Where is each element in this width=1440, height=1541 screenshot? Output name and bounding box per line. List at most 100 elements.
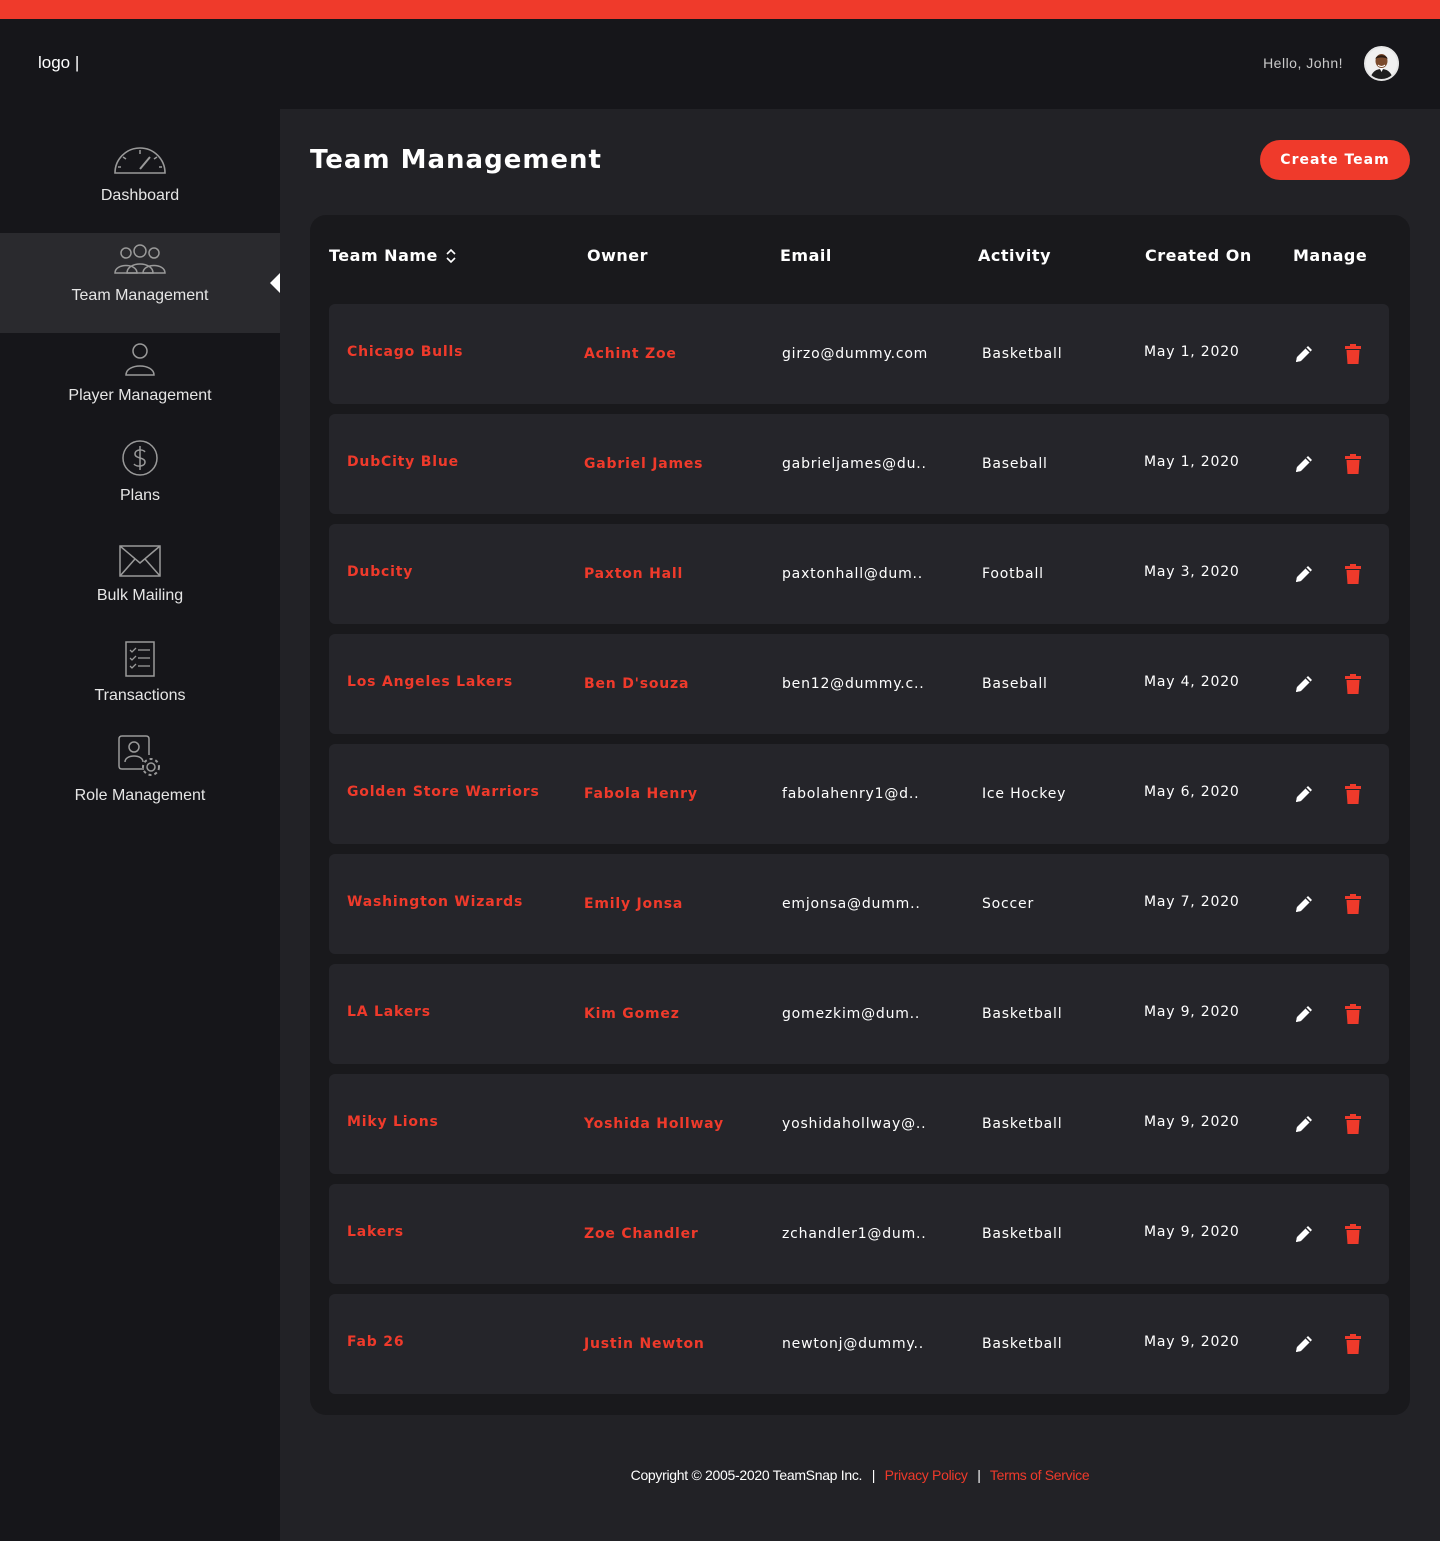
page-title: Team Management [310,145,602,175]
sidebar-item-label: Dashboard [100,187,180,204]
sidebar-item-bulk-mailing[interactable]: Bulk Mailing [0,533,280,633]
owner-cell[interactable]: Ben D'souza [584,676,689,692]
activity-cell: Basketball [982,1006,1063,1022]
edit-pencil-icon[interactable] [1293,453,1315,475]
team-name-cell[interactable]: Miky Lions [347,1114,439,1130]
table-row: Miky Lions Yoshida Hollway yoshidahollway@… [329,1074,1389,1174]
column-header-owner: Owner [587,246,649,265]
envelope-icon [119,533,161,577]
sidebar-item-transactions[interactable]: Transactions [0,633,280,733]
delete-trash-icon[interactable] [1344,453,1362,475]
column-header-manage: Manage [1293,246,1368,265]
owner-cell[interactable]: Gabriel James [584,456,703,472]
edit-pencil-icon[interactable] [1293,343,1315,365]
delete-trash-icon[interactable] [1344,343,1362,365]
logo[interactable]: logo | [38,53,79,73]
create-team-button[interactable]: Create Team [1260,140,1410,180]
table-row: LA Lakers Kim Gomez gomezkim@dum.. Basketba… [329,964,1389,1064]
delete-trash-icon[interactable] [1344,1003,1362,1025]
table-row: Chicago Bulls Achint Zoe girzo@dummy.com Ba… [329,304,1389,404]
privacy-policy-link[interactable]: Privacy Policy [885,1467,968,1483]
sidebar-item-label: Team Management [71,287,209,304]
team-name-cell[interactable]: Golden Store Warriors [347,784,540,800]
checklist-icon [124,633,156,677]
team-name-cell[interactable]: LA Lakers [347,1004,431,1020]
delete-trash-icon[interactable] [1344,563,1362,585]
email-cell: emjonsa@dumm.. [782,896,921,912]
delete-trash-icon[interactable] [1344,1113,1362,1135]
sidebar-item-label: Bulk Mailing [96,587,184,604]
created-on-cell: May 1, 2020 [1144,344,1240,360]
activity-cell: Soccer [982,896,1035,912]
sidebar-item-role-management[interactable]: Role Management [0,733,280,833]
email-cell: gabrieljames@du.. [782,456,927,472]
sidebar-item-team-management[interactable]: Team Management [0,233,280,333]
team-name-cell[interactable]: Los Angeles Lakers [347,674,513,690]
edit-pencil-icon[interactable] [1293,1223,1315,1245]
sidebar-item-label: Role Management [74,787,206,804]
created-on-cell: May 7, 2020 [1144,894,1240,910]
header: logo | Hello, John! [0,19,1440,109]
activity-cell: Basketball [982,346,1063,362]
edit-pencil-icon[interactable] [1293,673,1315,695]
team-name-cell[interactable]: Chicago Bulls [347,344,463,360]
terms-of-service-link[interactable]: Terms of Service [990,1467,1090,1483]
table-row: Golden Store Warriors Fabola Henry fabolah… [329,744,1389,844]
edit-pencil-icon[interactable] [1293,1003,1315,1025]
user-settings-icon [118,733,162,777]
sort-icon[interactable] [446,248,456,264]
activity-cell: Basketball [982,1336,1063,1352]
owner-cell[interactable]: Justin Newton [584,1336,705,1352]
table-row: Washington Wizards Emily Jonsa emjonsa@dum… [329,854,1389,954]
column-header-team-name[interactable]: Team Name [329,246,456,265]
edit-pencil-icon[interactable] [1293,1113,1315,1135]
copyright-text: Copyright © 2005-2020 TeamSnap Inc. [630,1467,863,1483]
footer-separator: | [871,1467,876,1483]
delete-trash-icon[interactable] [1344,1333,1362,1355]
column-header-created-on: Created On [1145,246,1252,265]
teams-table: Team Name Owner Email Activity Created O… [310,215,1410,1415]
created-on-cell: May 9, 2020 [1144,1334,1240,1350]
delete-trash-icon[interactable] [1344,1223,1362,1245]
table-row: Fab 26 Justin Newton newtonj@dummy.. Basket… [329,1294,1389,1394]
email-cell: fabolahenry1@d.. [782,786,920,802]
created-on-cell: May 9, 2020 [1144,1114,1240,1130]
email-cell: ben12@dummy.c.. [782,676,925,692]
owner-cell[interactable]: Paxton Hall [584,566,683,582]
created-on-cell: May 1, 2020 [1144,454,1240,470]
edit-pencil-icon[interactable] [1293,563,1315,585]
delete-trash-icon[interactable] [1344,673,1362,695]
activity-cell: Basketball [982,1226,1063,1242]
owner-cell[interactable]: Achint Zoe [584,346,677,362]
team-name-cell[interactable]: Fab 26 [347,1334,404,1350]
avatar[interactable] [1364,46,1399,81]
created-on-cell: May 9, 2020 [1144,1004,1240,1020]
sidebar-item-player-management[interactable]: Player Management [0,333,280,433]
owner-cell[interactable]: Emily Jonsa [584,896,683,912]
edit-pencil-icon[interactable] [1293,893,1315,915]
active-caret-icon [270,273,280,293]
activity-cell: Baseball [982,676,1048,692]
team-name-cell[interactable]: Dubcity [347,564,413,580]
edit-pencil-icon[interactable] [1293,1333,1315,1355]
team-name-cell[interactable]: Washington Wizards [347,894,523,910]
owner-cell[interactable]: Yoshida Hollway [584,1116,724,1132]
owner-cell[interactable]: Fabola Henry [584,786,698,802]
team-name-cell[interactable]: Lakers [347,1224,404,1240]
edit-pencil-icon[interactable] [1293,783,1315,805]
owner-cell[interactable]: Zoe Chandler [584,1226,699,1242]
table-row: Dubcity Paxton Hall paxtonhall@dum.. Footba… [329,524,1389,624]
delete-trash-icon[interactable] [1344,783,1362,805]
sidebar-item-plans[interactable]: Plans [0,433,280,533]
table-row: Los Angeles Lakers Ben D'souza ben12@dummy… [329,634,1389,734]
sidebar-item-label: Player Management [68,387,212,404]
created-on-cell: May 6, 2020 [1144,784,1240,800]
user-greeting: Hello, John! [1263,55,1343,71]
team-name-cell[interactable]: DubCity Blue [347,454,459,470]
email-cell: zchandler1@dum.. [782,1226,927,1242]
email-cell: paxtonhall@dum.. [782,566,924,582]
delete-trash-icon[interactable] [1344,893,1362,915]
sidebar-item-dashboard[interactable]: Dashboard [0,133,280,233]
column-header-email: Email [780,246,832,265]
owner-cell[interactable]: Kim Gomez [584,1006,680,1022]
